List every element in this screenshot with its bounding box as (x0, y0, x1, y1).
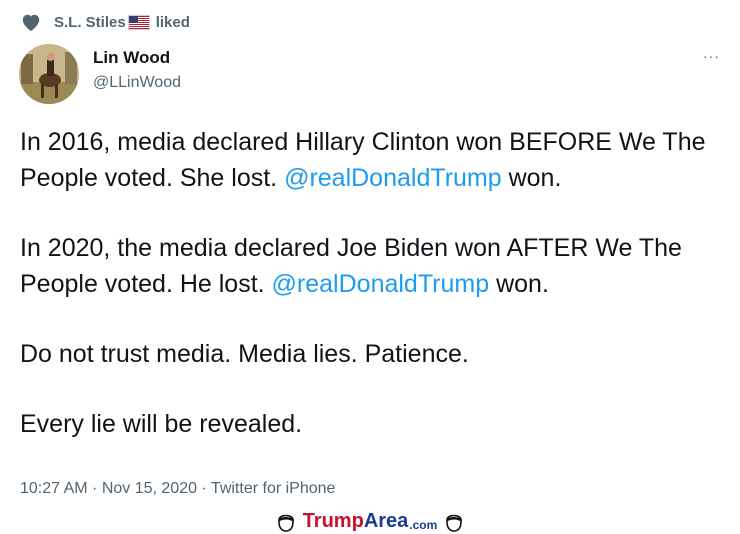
avatar-image (19, 44, 79, 104)
tweet-paragraph-2: In 2020, the media declared Joe Biden wo… (20, 230, 726, 302)
watermark-part2: Area (363, 510, 409, 532)
us-flag-icon (127, 14, 150, 30)
trump-head-icon (446, 514, 463, 532)
watermark: Trump Area .com (0, 510, 740, 533)
liked-label: liked (155, 13, 190, 31)
watermark-part1: Trump (302, 510, 364, 532)
tweet-text: In 2016, media declared Hillary Clinton … (20, 124, 726, 476)
author-handle[interactable]: @LLinWood (93, 74, 181, 92)
tweet-timestamp[interactable]: 10:27 AM · Nov 15, 2020 · Twitter for iP… (20, 480, 335, 498)
liker-name[interactable]: S.L. Stiles (54, 14, 126, 31)
tweet-paragraph-3: Do not trust media. Media lies. Patience… (20, 340, 469, 368)
tweet-text-segment: won. (489, 270, 549, 298)
tweet-paragraph-4: Every lie will be revealed. (20, 410, 303, 438)
avatar[interactable] (19, 44, 79, 104)
trump-head-icon (277, 514, 294, 532)
author-name[interactable]: Lin Wood (93, 48, 170, 68)
heart-icon (22, 14, 40, 32)
tweet-text-segment: won. (501, 164, 562, 192)
mention-link[interactable]: @realDonaldTrump (272, 270, 490, 298)
social-context: S.L. Stiles liked (20, 12, 190, 32)
tweet-paragraph-1: In 2016, media declared Hillary Clinton … (20, 124, 726, 196)
more-options-icon[interactable]: ··· (703, 48, 720, 64)
watermark-part3: .com (409, 517, 438, 532)
mention-link[interactable]: @realDonaldTrump (284, 164, 502, 192)
